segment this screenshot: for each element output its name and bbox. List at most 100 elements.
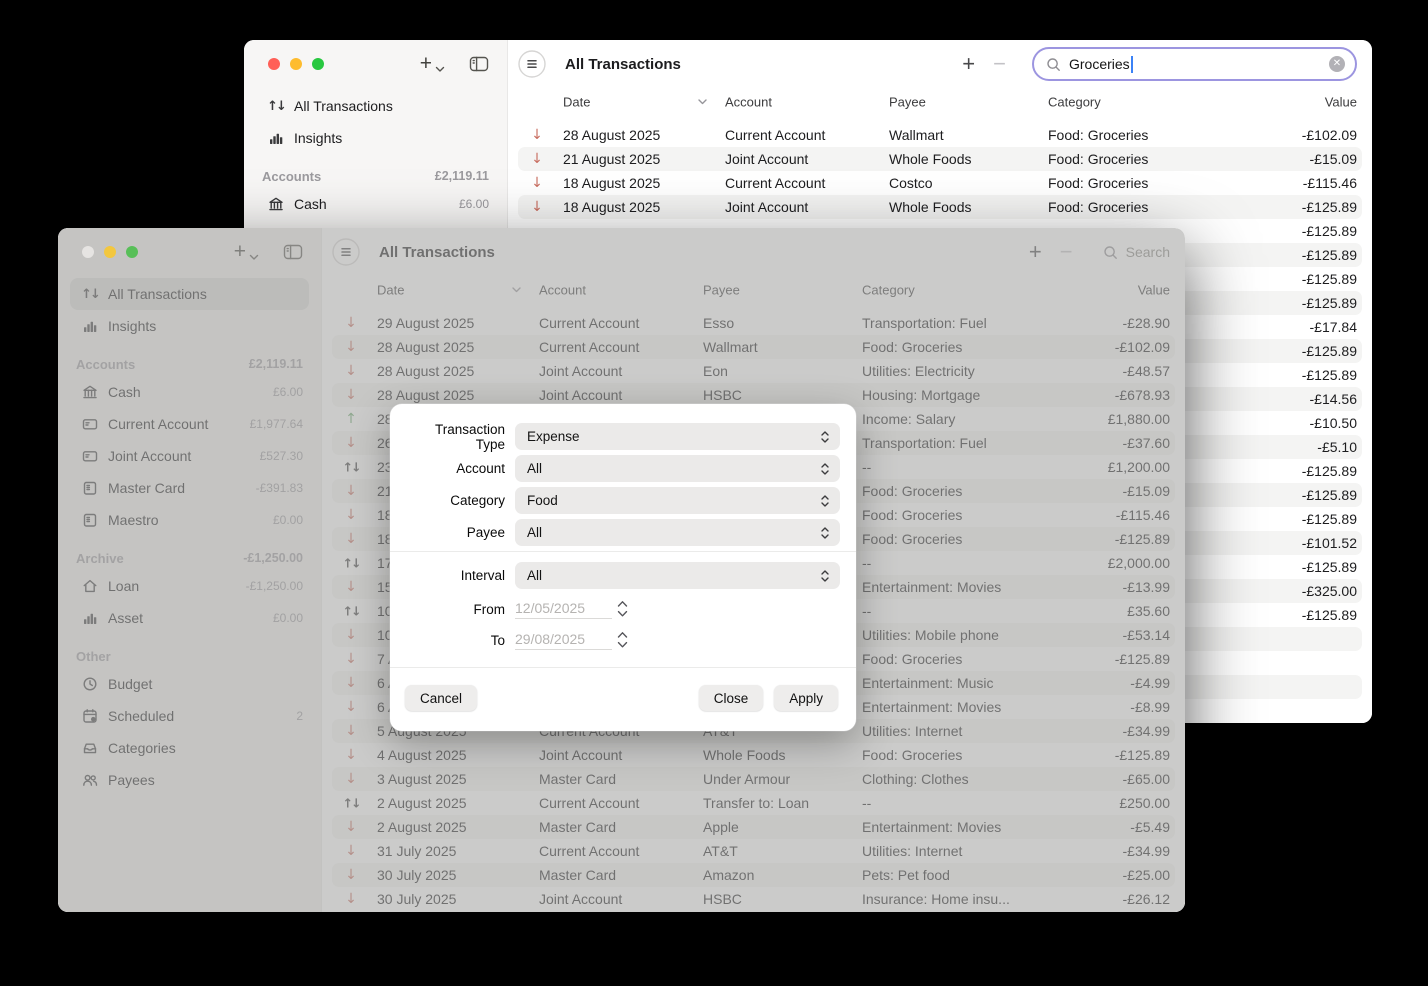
column-header-account[interactable]: Account (725, 95, 772, 110)
select-chevrons-icon (820, 430, 830, 444)
cell-value: -£125.89 (1302, 367, 1357, 383)
table-row[interactable]: ↓18 August 2025Joint AccountWhole FoodsF… (508, 195, 1372, 219)
apply-button[interactable]: Apply (774, 685, 838, 711)
cell-account: Joint Account (725, 151, 808, 167)
to-label: To (405, 633, 505, 648)
interval-label: Interval (405, 568, 505, 583)
column-header-category[interactable]: Category (1048, 95, 1101, 110)
cell-value: -£101.52 (1302, 535, 1357, 551)
cell-date: 28 August 2025 (563, 127, 660, 143)
sidebar-item-insights[interactable]: Insights (256, 122, 495, 154)
account-select[interactable]: All (515, 455, 840, 482)
cell-value: -£125.89 (1302, 511, 1357, 527)
cell-value: -£125.89 (1302, 199, 1357, 215)
minimize-window-button[interactable] (104, 246, 116, 258)
clear-search-icon[interactable]: ✕ (1329, 56, 1345, 72)
payee-value: All (527, 525, 542, 540)
cell-date: 21 August 2025 (563, 151, 660, 167)
minimize-window-button[interactable] (290, 58, 302, 70)
sort-chevron-icon (698, 99, 707, 105)
interval-select[interactable]: All (515, 562, 840, 589)
divider (390, 667, 856, 668)
transaction-direction-icon: ↓ (524, 199, 550, 215)
to-date-field[interactable]: 29/08/2025 (515, 631, 612, 650)
toggle-sidebar-button[interactable] (469, 55, 489, 73)
add-account-button[interactable]: + (420, 55, 445, 73)
transaction-type-select[interactable]: Expense (515, 423, 840, 450)
cell-payee: Whole Foods (889, 151, 971, 167)
filter-dialog: Transaction Type Expense Account All Cat… (390, 404, 856, 731)
sidebar-item-cash[interactable]: Cash£6.00 (256, 188, 495, 220)
search-input[interactable]: Groceries ✕ (1032, 47, 1357, 81)
transaction-direction-icon: ↓ (524, 175, 550, 191)
transaction-direction-icon: ↓ (524, 127, 550, 143)
add-transaction-button[interactable]: + (962, 54, 975, 74)
column-header-payee[interactable]: Payee (889, 95, 926, 110)
transaction-type-label: Transaction Type (405, 422, 505, 452)
sort-arrows-icon: ↑↓ (268, 98, 284, 114)
cell-payee: Whole Foods (889, 199, 971, 215)
cancel-button[interactable]: Cancel (405, 685, 477, 711)
cell-category: Food: Groceries (1048, 175, 1148, 191)
cell-date: 18 August 2025 (563, 199, 660, 215)
payee-label: Payee (405, 525, 505, 540)
cell-date: 18 August 2025 (563, 175, 660, 191)
from-date-field[interactable]: 12/05/2025 (515, 600, 612, 619)
interval-value: All (527, 568, 542, 583)
cell-value: -£125.89 (1302, 223, 1357, 239)
back-sidebar-nav: ↑↓ All Transactions Insights Accounts £2,119… (244, 88, 507, 220)
cell-value: -£125.89 (1302, 271, 1357, 287)
back-sidebar-toolbar: + (244, 40, 507, 88)
category-select[interactable]: Food (515, 487, 840, 514)
cell-payee: Wallmart (889, 127, 944, 143)
sidebar-item-all-transactions[interactable]: ↑↓ All Transactions (256, 90, 495, 122)
select-chevrons-icon (820, 526, 830, 540)
cell-value: -£15.09 (1310, 151, 1357, 167)
table-row[interactable]: ↓ 28 August 2025 Current Account Wallmart Fo… (508, 123, 1372, 147)
cell-value: -£10.50 (1310, 415, 1357, 431)
category-value: Food (527, 493, 558, 508)
cell-account: Current Account (725, 127, 825, 143)
cell-value: -£17.84 (1310, 319, 1357, 335)
bar-chart-icon (268, 130, 284, 146)
close-button[interactable]: Close (699, 685, 764, 711)
payee-select[interactable]: All (515, 519, 840, 546)
table-row[interactable]: ↓ 18 August 2025 Current Account Costco Food… (508, 171, 1372, 195)
cell-category: Food: Groceries (1048, 127, 1148, 143)
sidebar-section-accounts: Accounts £2,119.11 (256, 166, 495, 186)
cell-value: -£125.89 (1302, 247, 1357, 263)
cell-payee: Costco (889, 175, 933, 191)
cell-value: -£5.10 (1317, 439, 1357, 455)
close-window-button[interactable] (82, 246, 94, 258)
remove-transaction-button[interactable]: − (993, 54, 1006, 74)
select-chevrons-icon (820, 462, 830, 476)
close-window-button[interactable] (268, 58, 280, 70)
page-title: All Transactions (565, 56, 681, 73)
cell-value: -£125.89 (1302, 295, 1357, 311)
cell-value: -£325.00 (1302, 583, 1357, 599)
divider (390, 551, 856, 552)
from-date-stepper[interactable] (616, 599, 629, 619)
column-header-date[interactable]: Date (563, 95, 590, 110)
zoom-window-button[interactable] (126, 246, 138, 258)
traffic-lights (82, 246, 138, 258)
cell-value: -£125.89 (1302, 607, 1357, 623)
table-row[interactable]: ↓21 August 2025Joint AccountWhole FoodsF… (508, 147, 1372, 171)
to-date-stepper[interactable] (616, 630, 629, 650)
section-value: £2,119.11 (435, 169, 489, 183)
text-caret (1131, 56, 1133, 73)
account-label: Account (405, 461, 505, 476)
zoom-window-button[interactable] (312, 58, 324, 70)
select-chevrons-icon (820, 569, 830, 583)
cell-value: -£102.09 (1302, 127, 1357, 143)
account-value: All (527, 461, 542, 476)
select-chevrons-icon (820, 494, 830, 508)
traffic-lights (268, 58, 324, 70)
column-header-value[interactable]: Value (1214, 95, 1357, 110)
section-label: Accounts (262, 169, 321, 184)
sidebar-item-label: All Transactions (294, 98, 393, 114)
view-menu-button[interactable] (518, 50, 546, 78)
cell-value: -£125.89 (1302, 463, 1357, 479)
cell-account: Current Account (725, 175, 825, 191)
cell-account: Joint Account (725, 199, 808, 215)
